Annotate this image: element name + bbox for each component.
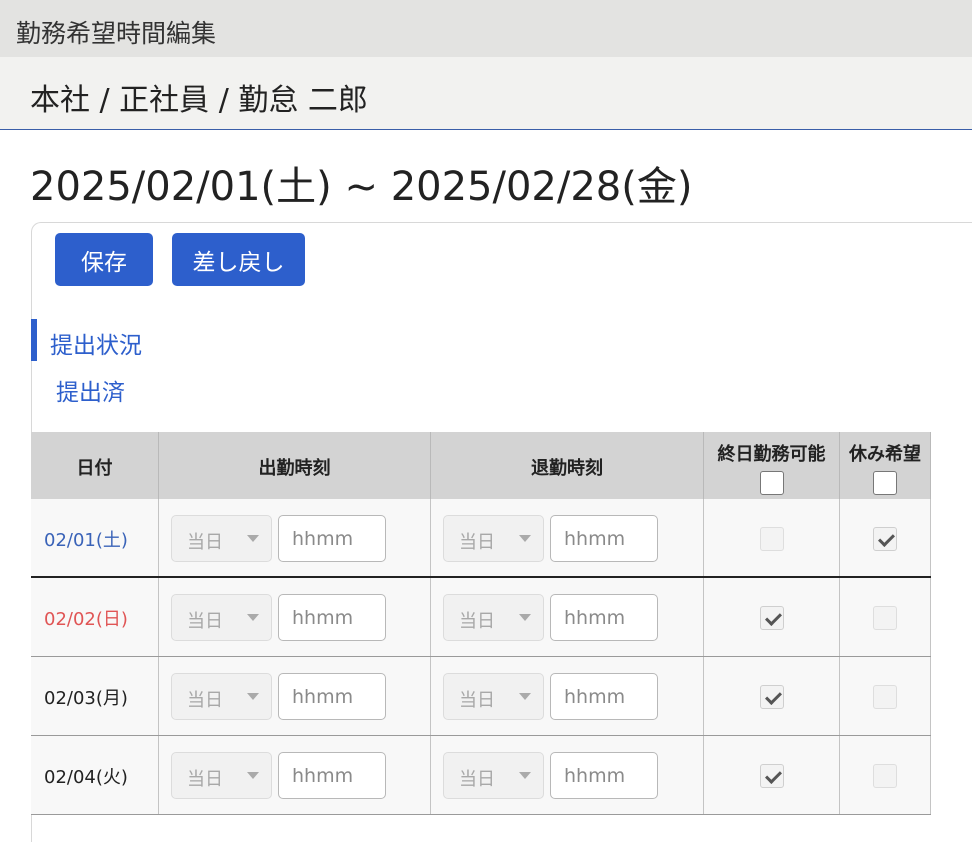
table-row: 02/02(日) 当日 当日 bbox=[31, 578, 931, 657]
dropdown-arrow-icon bbox=[519, 693, 531, 700]
end-time-input[interactable] bbox=[550, 752, 658, 799]
column-header-date: 日付 bbox=[31, 432, 159, 499]
window-title: 勤務希望時間編集 bbox=[16, 19, 217, 48]
end-day-select-value: 当日 bbox=[459, 690, 495, 711]
date-cell: 02/01(土) bbox=[31, 499, 159, 576]
end-time-input[interactable] bbox=[550, 594, 658, 641]
day-off-checkbox[interactable] bbox=[873, 527, 897, 551]
start-day-select-value: 当日 bbox=[187, 690, 223, 711]
date-cell: 02/02(日) bbox=[31, 578, 159, 656]
submission-status-label: 提出状況 bbox=[50, 333, 142, 359]
end-time-cell: 当日 bbox=[431, 578, 704, 656]
save-button[interactable]: 保存 bbox=[55, 233, 153, 286]
day-off-select-all-checkbox[interactable] bbox=[873, 471, 897, 495]
start-day-select-value: 当日 bbox=[187, 611, 223, 632]
dropdown-arrow-icon bbox=[247, 614, 259, 621]
column-header-end-time: 退勤時刻 bbox=[431, 432, 704, 499]
all-day-checkbox[interactable] bbox=[760, 527, 784, 551]
start-day-select[interactable]: 当日 bbox=[171, 752, 272, 799]
end-time-input[interactable] bbox=[550, 515, 658, 562]
day-off-cell bbox=[840, 736, 931, 814]
breadcrumb-bar: 本社 / 正社員 / 勤怠 二郎 bbox=[0, 57, 972, 130]
start-time-input[interactable] bbox=[278, 673, 386, 720]
end-day-select-value: 当日 bbox=[459, 769, 495, 790]
end-day-select[interactable]: 当日 bbox=[443, 594, 544, 641]
start-day-select[interactable]: 当日 bbox=[171, 673, 272, 720]
table-row: 02/01(土) 当日 当日 bbox=[31, 499, 931, 578]
start-time-input[interactable] bbox=[278, 515, 386, 562]
end-day-select-value: 当日 bbox=[459, 611, 495, 632]
day-off-cell bbox=[840, 578, 931, 656]
all-day-select-all-checkbox[interactable] bbox=[760, 471, 784, 495]
all-day-cell bbox=[704, 578, 840, 656]
end-time-header-label: 退勤時刻 bbox=[531, 458, 603, 479]
start-time-header-label: 出勤時刻 bbox=[258, 458, 331, 479]
end-day-select-value: 当日 bbox=[459, 532, 495, 553]
all-day-checkbox[interactable] bbox=[760, 764, 784, 788]
breadcrumb: 本社 / 正社員 / 勤怠 二郎 bbox=[30, 83, 368, 118]
end-time-cell: 当日 bbox=[431, 657, 704, 735]
end-time-cell: 当日 bbox=[431, 499, 704, 576]
table-row: 02/04(火) 当日 当日 bbox=[31, 736, 931, 815]
dropdown-arrow-icon bbox=[519, 535, 531, 542]
start-time-cell: 当日 bbox=[159, 578, 431, 656]
start-time-cell: 当日 bbox=[159, 499, 431, 576]
submission-status-value: 提出済 bbox=[56, 380, 125, 406]
row-date: 02/02(日) bbox=[44, 609, 128, 630]
period-title: 2025/02/01(土) ~ 2025/02/28(金) bbox=[30, 164, 693, 210]
dropdown-arrow-icon bbox=[519, 772, 531, 779]
window-titlebar: 勤務希望時間編集 bbox=[0, 0, 972, 57]
row-date: 02/01(土) bbox=[44, 530, 128, 551]
send-back-button[interactable]: 差し戻し bbox=[172, 233, 305, 286]
day-off-header-label: 休み希望 bbox=[849, 444, 921, 465]
column-header-day-off: 休み希望 bbox=[840, 432, 931, 499]
start-time-input[interactable] bbox=[278, 752, 386, 799]
end-day-select[interactable]: 当日 bbox=[443, 673, 544, 720]
end-time-cell: 当日 bbox=[431, 736, 704, 814]
date-cell: 02/03(月) bbox=[31, 657, 159, 735]
start-day-select[interactable]: 当日 bbox=[171, 515, 272, 562]
dropdown-arrow-icon bbox=[247, 693, 259, 700]
day-off-checkbox[interactable] bbox=[873, 764, 897, 788]
day-off-cell bbox=[840, 499, 931, 576]
end-day-select[interactable]: 当日 bbox=[443, 515, 544, 562]
table-row: 02/03(月) 当日 当日 bbox=[31, 657, 931, 736]
day-off-checkbox[interactable] bbox=[873, 606, 897, 630]
all-day-checkbox[interactable] bbox=[760, 685, 784, 709]
status-accent-bar bbox=[31, 319, 37, 361]
start-time-input[interactable] bbox=[278, 594, 386, 641]
all-day-cell bbox=[704, 736, 840, 814]
all-day-header-label: 終日勤務可能 bbox=[717, 444, 826, 465]
day-off-checkbox[interactable] bbox=[873, 685, 897, 709]
start-day-select[interactable]: 当日 bbox=[171, 594, 272, 641]
end-time-input[interactable] bbox=[550, 673, 658, 720]
column-header-all-day: 終日勤務可能 bbox=[704, 432, 840, 499]
all-day-cell bbox=[704, 657, 840, 735]
dropdown-arrow-icon bbox=[247, 535, 259, 542]
row-date: 02/03(月) bbox=[44, 688, 128, 709]
row-date: 02/04(火) bbox=[44, 767, 128, 788]
start-day-select-value: 当日 bbox=[187, 532, 223, 553]
column-header-start-time: 出勤時刻 bbox=[159, 432, 431, 499]
dropdown-arrow-icon bbox=[247, 772, 259, 779]
start-time-cell: 当日 bbox=[159, 736, 431, 814]
date-header-label: 日付 bbox=[76, 458, 113, 479]
end-day-select[interactable]: 当日 bbox=[443, 752, 544, 799]
day-off-cell bbox=[840, 657, 931, 735]
dropdown-arrow-icon bbox=[519, 614, 531, 621]
all-day-cell bbox=[704, 499, 840, 576]
start-day-select-value: 当日 bbox=[187, 769, 223, 790]
date-cell: 02/04(火) bbox=[31, 736, 159, 814]
start-time-cell: 当日 bbox=[159, 657, 431, 735]
all-day-checkbox[interactable] bbox=[760, 606, 784, 630]
